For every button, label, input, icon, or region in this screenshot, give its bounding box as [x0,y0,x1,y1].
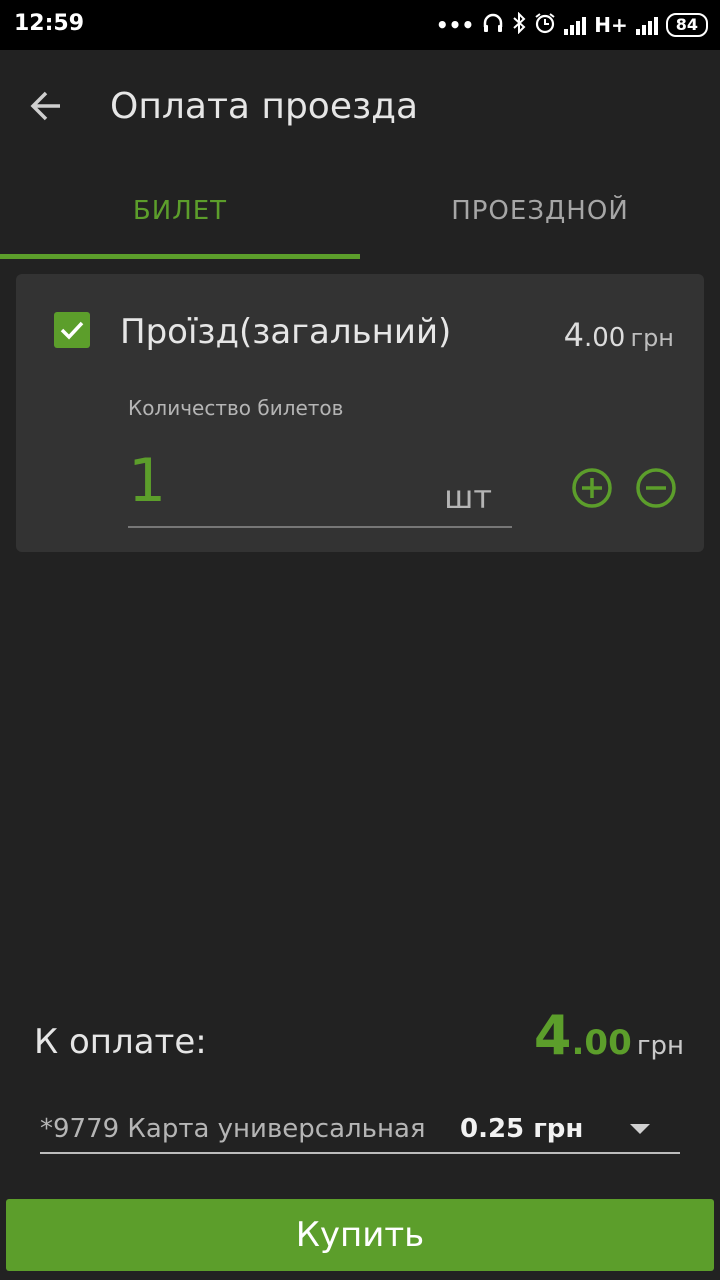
status-time: 12:59 [14,11,85,36]
signal-icon [635,15,658,35]
quantity-value: 1 [128,446,167,516]
bluetooth-icon [512,11,526,39]
quantity-unit: шт [444,478,492,516]
network-type: H+ [594,13,628,37]
battery-icon: 84 [665,13,708,37]
ticket-card: Проїзд(загальний) 4.00 грн Количество би… [16,274,704,552]
decrement-button[interactable] [634,466,678,510]
total-currency: грн [636,1031,684,1061]
buy-button[interactable]: Купить [6,1199,714,1271]
checkmark-icon [60,321,84,340]
payment-card-dropdown[interactable]: *9779 Карта универсальная 0.25 грн [40,1106,680,1154]
payment-label: К оплате: [34,1022,207,1062]
arrow-back-icon [30,91,60,121]
signal-icon [564,15,587,35]
tab-ticket[interactable]: БИЛЕТ [0,162,360,260]
headphones-icon [482,12,504,39]
dropdown-arrow-icon [630,1124,650,1134]
tab-indicator [0,254,360,259]
increment-button[interactable] [570,466,614,510]
quantity-field[interactable]: 1 шт [128,442,512,528]
tab-pass[interactable]: ПРОЕЗДНОЙ [360,162,720,260]
minus-circle-icon [636,468,676,508]
tab-bar: БИЛЕТ ПРОЕЗДНОЙ [0,162,720,260]
more-dots-icon: ••• [435,13,475,37]
app-bar: Оплата проезда [0,50,720,162]
card-balance: 0.25 грн [460,1114,584,1144]
payment-total: 4.00 грн [534,1004,684,1067]
total-decimal: .00 [571,1023,632,1063]
plus-circle-icon [572,468,612,508]
status-icons: ••• H+ 84 [436,10,708,40]
card-name: *9779 Карта универсальная [40,1114,426,1144]
price-decimal: .00 [584,323,626,353]
battery-level: 84 [675,15,698,34]
price-integer: 4 [563,316,584,354]
back-button[interactable] [20,80,72,132]
ticket-checkbox[interactable] [54,312,90,348]
status-bar: 12:59 ••• H+ 84 [0,0,720,50]
ticket-name: Проїзд(загальний) [120,312,452,352]
price-currency: грн [630,324,674,352]
total-integer: 4 [533,1004,572,1067]
ticket-price: 4.00 грн [564,316,674,354]
alarm-icon [534,12,556,39]
quantity-label: Количество билетов [128,396,344,420]
page-title: Оплата проезда [110,86,419,127]
